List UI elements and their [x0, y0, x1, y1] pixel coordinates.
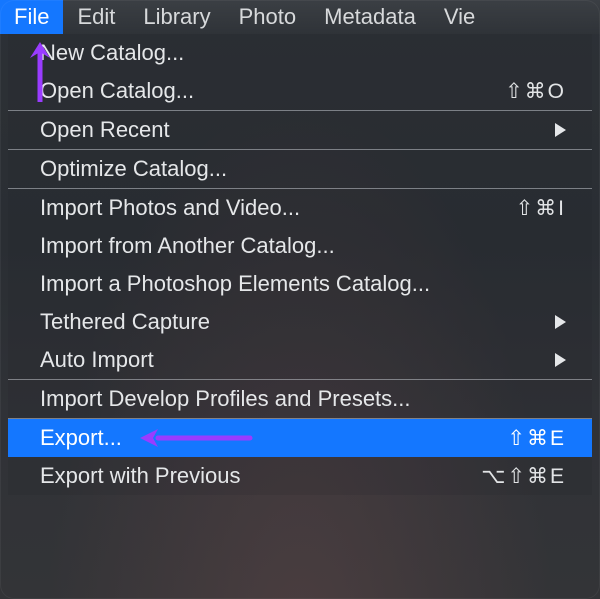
menubar-item-label: Library	[143, 4, 210, 30]
menu-item-export-with-previous[interactable]: Export with Previous⌥⇧⌘E	[8, 457, 592, 495]
menu-item-label: Export with Previous	[40, 463, 481, 489]
menu-item-label: Auto Import	[40, 347, 545, 373]
menu-item-label: Optimize Catalog...	[40, 156, 566, 182]
menu-item-new-catalog[interactable]: New Catalog...	[8, 34, 592, 72]
menu-item-open-catalog[interactable]: Open Catalog...⇧⌘O	[8, 72, 592, 110]
menubar-item-label: Vie	[444, 4, 475, 30]
menubar-item-label: Photo	[239, 4, 297, 30]
menu-item-shortcut: ⌥⇧⌘E	[481, 464, 566, 489]
menubar-item-photo[interactable]: Photo	[225, 0, 311, 34]
menubar-item-label: Edit	[77, 4, 115, 30]
menu-item-shortcut: ⇧⌘E	[507, 426, 566, 451]
menu-item-label: Import Develop Profiles and Presets...	[40, 386, 566, 412]
menu-item-label: Open Recent	[40, 117, 545, 143]
menu-item-shortcut: ⇧⌘O	[505, 79, 566, 104]
file-menu-dropdown: New Catalog... Open Catalog...⇧⌘O Open Rec…	[8, 34, 592, 495]
submenu-arrow-icon	[555, 353, 566, 367]
menu-item-label: Import from Another Catalog...	[40, 233, 566, 259]
menubar-item-label: File	[14, 4, 49, 30]
menu-item-shortcut: ⇧⌘I	[516, 196, 566, 221]
submenu-arrow-icon	[555, 123, 566, 137]
menu-item-open-recent[interactable]: Open Recent	[8, 111, 592, 149]
menu-item-label: Export...	[40, 425, 507, 451]
menubar-item-label: Metadata	[324, 4, 416, 30]
menu-item-import-develop-profiles-and-presets[interactable]: Import Develop Profiles and Presets...	[8, 380, 592, 418]
submenu-arrow-icon	[555, 315, 566, 329]
menu-item-import-from-another-catalog[interactable]: Import from Another Catalog...	[8, 227, 592, 265]
menu-item-label: Tethered Capture	[40, 309, 545, 335]
menubar: File Edit Library Photo Metadata Vie	[0, 0, 600, 34]
menu-item-label: Open Catalog...	[40, 78, 505, 104]
menu-item-import-a-photoshop-elements-catalog[interactable]: Import a Photoshop Elements Catalog...	[8, 265, 592, 303]
menubar-item-vie[interactable]: Vie	[430, 0, 489, 34]
menu-item-label: New Catalog...	[40, 40, 566, 66]
menu-item-auto-import[interactable]: Auto Import	[8, 341, 592, 379]
menubar-item-library[interactable]: Library	[129, 0, 224, 34]
menu-item-tethered-capture[interactable]: Tethered Capture	[8, 303, 592, 341]
menu-item-import-photos-and-video[interactable]: Import Photos and Video...⇧⌘I	[8, 189, 592, 227]
menubar-item-file[interactable]: File	[0, 0, 63, 34]
menu-item-optimize-catalog[interactable]: Optimize Catalog...	[8, 150, 592, 188]
menubar-item-edit[interactable]: Edit	[63, 0, 129, 34]
menu-item-label: Import Photos and Video...	[40, 195, 516, 221]
menu-item-export[interactable]: Export...⇧⌘E	[8, 419, 592, 457]
menubar-item-metadata[interactable]: Metadata	[310, 0, 430, 34]
menu-item-label: Import a Photoshop Elements Catalog...	[40, 271, 566, 297]
